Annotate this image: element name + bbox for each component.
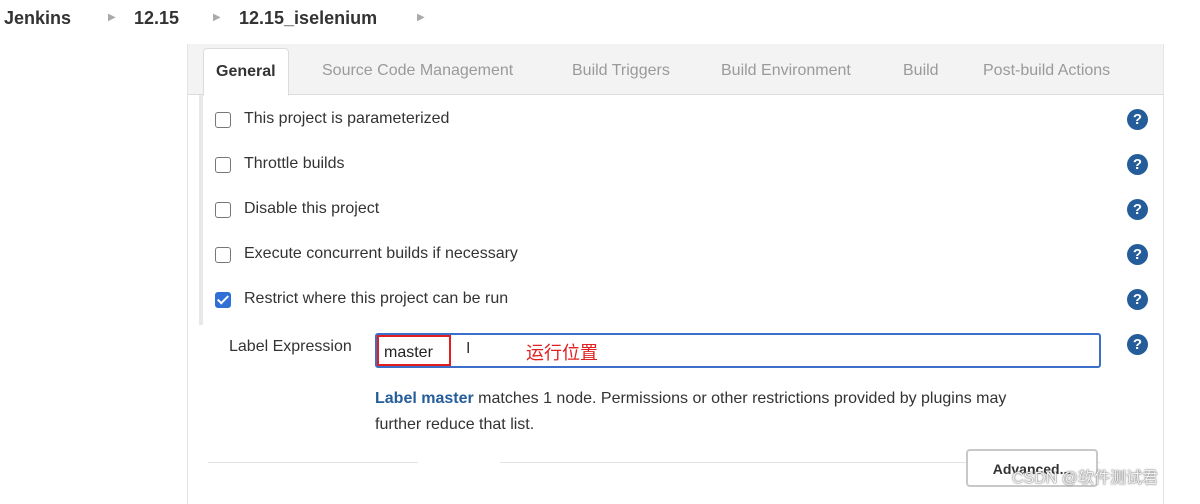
tab-post-build-actions[interactable]: Post-build Actions <box>983 62 1110 80</box>
help-icon[interactable]: ? <box>1127 109 1148 130</box>
text-cursor-icon: I <box>466 340 471 357</box>
chevron-right-icon[interactable]: ▶ <box>213 12 221 23</box>
breadcrumb: Jenkins ▶ 12.15 ▶ 12.15_iselenium ▶ <box>0 0 1200 40</box>
checkbox-disable-project[interactable] <box>215 202 231 218</box>
checkbox-throttle-builds[interactable] <box>215 157 231 173</box>
breadcrumb-folder[interactable]: 12.15 <box>134 8 179 29</box>
annotation-text: 运行位置 <box>526 343 598 363</box>
help-icon[interactable]: ? <box>1127 199 1148 220</box>
label-expression-value-highlight[interactable]: master <box>377 335 451 366</box>
checkbox-concurrent-builds[interactable] <box>215 247 231 263</box>
option-label: Disable this project <box>244 200 380 217</box>
info-line2: further reduce that list. <box>375 416 535 433</box>
help-icon[interactable]: ? <box>1127 154 1148 175</box>
divider <box>208 462 418 463</box>
help-icon[interactable]: ? <box>1127 334 1148 355</box>
chevron-right-icon[interactable]: ▶ <box>417 12 425 23</box>
tab-build[interactable]: Build <box>903 62 939 80</box>
section-indent-bar <box>199 95 203 325</box>
help-icon[interactable]: ? <box>1127 244 1148 265</box>
help-icon[interactable]: ? <box>1127 289 1148 310</box>
label-master-link[interactable]: Label master <box>375 390 474 407</box>
label-expression-label: Label Expression <box>229 338 352 355</box>
tab-source-code-management[interactable]: Source Code Management <box>322 62 513 80</box>
label-expression-input[interactable] <box>375 333 1101 368</box>
info-line1: matches 1 node. Permissions or other res… <box>473 390 1007 407</box>
tab-build-triggers[interactable]: Build Triggers <box>572 62 670 80</box>
option-label: Throttle builds <box>244 155 345 172</box>
tab-build-environment[interactable]: Build Environment <box>721 62 851 80</box>
breadcrumb-job[interactable]: 12.15_iselenium <box>239 8 377 29</box>
breadcrumb-jenkins[interactable]: Jenkins <box>4 8 71 29</box>
label-match-info: Label master matches 1 node. Permissions… <box>375 386 1095 438</box>
option-label: Restrict where this project can be run <box>244 290 509 307</box>
checkbox-restrict-run[interactable] <box>215 292 231 308</box>
tab-general[interactable]: General <box>203 48 289 96</box>
checkbox-parameterized[interactable] <box>215 112 231 128</box>
option-label: This project is parameterized <box>244 110 450 127</box>
watermark: CSDN @软件测试君 <box>1012 470 1159 487</box>
option-label: Execute concurrent builds if necessary <box>244 245 518 262</box>
tab-bar: General Source Code Management Build Tri… <box>188 44 1163 96</box>
chevron-right-icon[interactable]: ▶ <box>108 12 116 23</box>
